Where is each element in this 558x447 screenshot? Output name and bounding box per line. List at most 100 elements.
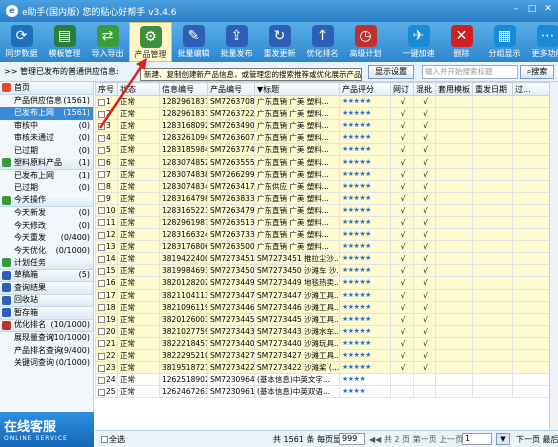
sidebar-group[interactable]: 塑料原料产品 (1) <box>0 157 93 170</box>
table-row[interactable]: 10 正常 1283165221 SM7263479 广东直销 广美 塑料... ★★★★… <box>95 203 558 217</box>
search-input[interactable]: 输入并开始搜索标题 <box>422 65 518 79</box>
row-checkbox[interactable] <box>98 304 105 312</box>
sidebar-item[interactable]: 已过期 (0) <box>0 145 93 158</box>
page-dropdown-icon[interactable]: ▼ <box>496 433 510 445</box>
toolbar-button[interactable]: ✈ 一键加速 <box>397 22 440 62</box>
row-checkbox[interactable] <box>98 146 105 154</box>
table-row[interactable]: 1 正常 1282961837 SM7263708 广东直销 广美 塑料... ★★★★★… <box>95 94 558 109</box>
row-checkbox[interactable] <box>98 388 105 396</box>
sidebar-group[interactable]: 草稿箱 (5) <box>0 269 93 282</box>
page-size-select[interactable]: 999 <box>339 433 365 445</box>
row-checkbox[interactable] <box>98 231 105 239</box>
table-row[interactable]: 2 正常 1282961837 SM7263722 广东直销 广美 塑料... ★★★★★… <box>95 107 558 121</box>
row-checkbox[interactable] <box>98 376 105 384</box>
search-button[interactable]: ⌕搜索 <box>520 65 554 79</box>
table-row[interactable]: 20正常38210277592SM7273443SM7273443 沙滩水车..… <box>95 324 558 338</box>
table-row[interactable]: 19正常38201260034SM7273445SM7273445 沙滩工具..… <box>95 312 558 326</box>
next-page-links[interactable]: 下一页 最后一页 <box>516 434 558 445</box>
toolbar-button[interactable]: ⚙ 产品管理 <box>129 22 172 62</box>
row-checkbox[interactable] <box>98 183 105 191</box>
column-header[interactable]: 套用模板 <box>435 82 473 96</box>
table-row[interactable]: 7 正常 1283074838 SM7266299 广东直销 广美 塑料... ★★★★★… <box>95 167 558 181</box>
sidebar-item[interactable]: 已发布上网 (1) <box>0 170 93 183</box>
sidebar-group[interactable]: 暂存箱 <box>0 307 93 320</box>
sidebar-item[interactable]: 关键词查询 (0/1000) <box>0 357 93 370</box>
toolbar-button[interactable]: ✕ 删除 <box>440 22 483 62</box>
row-checkbox[interactable] <box>98 364 105 372</box>
column-header[interactable]: 序号 <box>95 82 118 96</box>
row-checkbox[interactable] <box>98 279 105 287</box>
row-checkbox[interactable] <box>98 340 105 348</box>
toolbar-button[interactable]: ✎ 批量编辑 <box>172 22 215 62</box>
column-header[interactable]: 网订 <box>390 82 414 96</box>
page-number-input[interactable]: 1 <box>462 433 492 445</box>
table-row[interactable]: 13 正常 1283176806 SM7263500 广东直销 广美 塑料... ★★★★… <box>95 240 558 254</box>
sidebar-item[interactable]: 今天修改 (0) <box>0 220 93 233</box>
row-checkbox[interactable] <box>98 195 105 203</box>
row-checkbox[interactable] <box>98 255 105 263</box>
column-header[interactable]: 产品编号 <box>207 82 255 96</box>
table-row[interactable]: 9 正常 1283164798 SM7263833 广东直销 广美 塑料... ★★★★★… <box>95 191 558 205</box>
row-checkbox[interactable] <box>98 328 105 336</box>
toolbar-button[interactable]: ↑ 优化排名 <box>301 22 344 62</box>
toolbar-button[interactable]: ▦ 分组显示 <box>483 22 526 62</box>
row-checkbox[interactable] <box>98 159 105 167</box>
toolbar-button[interactable]: ↻ 重发更新 <box>258 22 301 62</box>
table-row[interactable]: 24 正常 1262518902 SM7230964 (基本信息)中英文字... ★★★★ <box>95 373 558 387</box>
table-row[interactable]: 6 正常 1283074852 SM7263555 广东直销 广美 塑料... ★★★★★… <box>95 155 558 169</box>
column-header[interactable]: 重发日期 <box>472 82 513 96</box>
select-all[interactable]: 全选 <box>101 434 125 445</box>
sidebar-item[interactable]: 已发布上网 (1561) <box>0 107 93 120</box>
row-checkbox[interactable] <box>98 267 105 275</box>
sidebar-item[interactable]: 今天新发 (0) <box>0 207 93 220</box>
vertical-scrollbar[interactable] <box>549 82 558 430</box>
toolbar-button[interactable]: ▤ 模板管理 <box>43 22 86 62</box>
table-row[interactable]: 15正常38199846930SM7273450SM7273450 沙滩车 沙.… <box>95 264 558 278</box>
column-header[interactable]: 产品评分 <box>339 82 391 96</box>
row-checkbox[interactable] <box>98 207 105 215</box>
show-settings-button[interactable]: 显示设置 <box>368 65 414 79</box>
row-checkbox[interactable] <box>98 243 105 251</box>
row-checkbox[interactable] <box>98 292 105 300</box>
table-row[interactable]: 21正常38222184577SM7273440SM7273440 沙滩玩具..… <box>95 336 558 350</box>
table-row[interactable]: 11 正常 1282961987 SM7263513 广东直销 广美 塑料... ★★★★… <box>95 215 558 230</box>
sidebar-group[interactable]: 首页 <box>0 82 93 95</box>
sidebar-group[interactable]: 计划任务 <box>0 257 93 270</box>
table-row[interactable]: 3 正常 1283168092 SM7263490 广东直销 广美 塑料... ★★★★★… <box>95 119 558 133</box>
sidebar-item[interactable]: 今天优化 (0/1000) <box>0 245 93 258</box>
sidebar-group[interactable]: 查询结果 <box>0 282 93 295</box>
toolbar-button[interactable]: ◷ 高级计划 <box>344 22 387 62</box>
sidebar-group[interactable]: 今天操作 <box>0 194 93 207</box>
row-checkbox[interactable] <box>98 171 105 179</box>
row-checkbox[interactable] <box>98 110 105 118</box>
row-checkbox[interactable] <box>98 134 105 142</box>
sidebar-item[interactable]: 今天重发 (0/400) <box>0 232 93 245</box>
minimize-button[interactable]: – <box>510 3 522 15</box>
table-row[interactable]: 5 正常 1283185984 SM7263774 广东直销 广美 塑料... ★★★★★… <box>95 143 558 157</box>
sidebar-item[interactable]: 产品排名查询 (9/400) <box>0 345 93 358</box>
row-checkbox[interactable] <box>98 98 105 106</box>
sidebar-item[interactable]: 审核中 (0) <box>0 120 93 133</box>
sidebar-item[interactable]: 产品供应信息 (1561) <box>0 95 93 108</box>
sidebar-group[interactable]: 优化排名 (10/1000) <box>0 319 93 332</box>
table-row[interactable]: 17正常38211041130SM7273447SM7273447 沙滩工具..… <box>95 288 558 302</box>
table-row[interactable]: 25 正常 1262467263 SM7230961 (基本信息)中英双语... ★★★★ <box>95 385 558 399</box>
table-row[interactable]: 8 正常 1283074834 SM7263417 广东供应 广美 塑料... ★★★★★… <box>95 179 558 193</box>
row-checkbox[interactable] <box>98 352 105 360</box>
online-service-banner[interactable]: 在线客服 ONLINE SERVICE <box>0 412 94 447</box>
toolbar-button[interactable]: ⋯ 更多功能 <box>526 22 558 62</box>
column-header[interactable]: 状态 <box>117 82 160 96</box>
table-row[interactable]: 18正常38210961191SM7273446SM7273446 沙滩工具..… <box>95 300 558 314</box>
sidebar-item[interactable]: 审核未通过 (0) <box>0 132 93 145</box>
table-row[interactable]: 23正常38195187279SM7273422SM7273422 沙滩桨 (.… <box>95 361 558 375</box>
sidebar-item[interactable]: 已过期 (0) <box>0 182 93 195</box>
toolbar-button[interactable]: ⇄ 导入导出 <box>86 22 129 62</box>
table-row[interactable]: 14正常38194224000SM7273451SM7273451 推拉尘沙..… <box>95 252 558 266</box>
sidebar-group[interactable]: 回收站 <box>0 294 93 307</box>
table-row[interactable]: 12 正常 1283166324 SM7263733 广东直销 广美 塑料... ★★★★… <box>95 228 558 242</box>
table-row[interactable]: 16正常38201282021SM7273449SM7273449 地毯热卖..… <box>95 276 558 290</box>
sidebar-item[interactable]: 展现量查询 (10/1000) <box>0 332 93 345</box>
maximize-button[interactable]: □ <box>526 3 538 15</box>
row-checkbox[interactable] <box>98 219 105 227</box>
row-checkbox[interactable] <box>98 316 105 324</box>
